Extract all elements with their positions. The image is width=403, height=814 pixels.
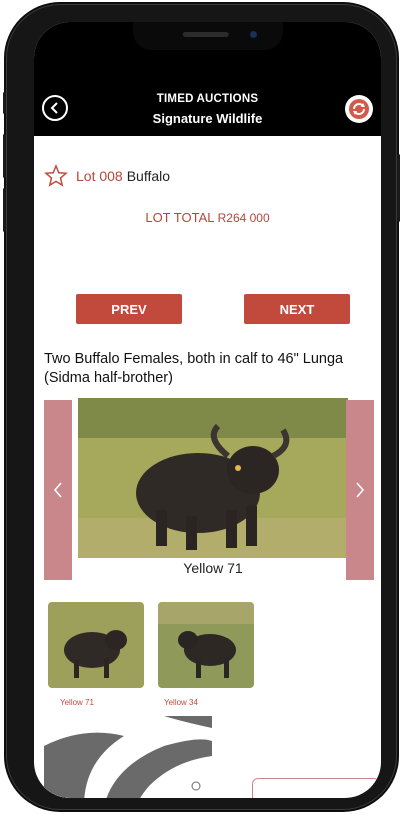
thumbnail-2[interactable]: [158, 602, 254, 688]
sponsor-logo: [44, 716, 212, 798]
mute-switch: [3, 92, 6, 114]
notch: [132, 22, 283, 50]
partial-card: [252, 778, 380, 798]
carousel-caption: Yellow 71: [183, 560, 243, 576]
prev-button[interactable]: PREV: [76, 294, 182, 324]
buffalo-photo: [78, 398, 348, 558]
carousel-image: [78, 398, 348, 558]
header-subtitle: Signature Wildlife: [152, 111, 263, 126]
phone-frame: TIMED AUCTIONS Signature Wildlife Lot 00…: [3, 4, 400, 810]
lot-number: Lot 008: [76, 168, 123, 184]
app-screen: TIMED AUCTIONS Signature Wildlife Lot 00…: [34, 22, 381, 798]
header-title: TIMED AUCTIONS: [156, 93, 259, 105]
thumbnail-1[interactable]: [48, 602, 144, 688]
thumbnail-1-caption: Yellow 71: [60, 698, 94, 707]
carousel-next-button[interactable]: [346, 400, 374, 580]
thumbnail-photo: [158, 602, 254, 688]
lot-total-label: LOT TOTAL: [145, 210, 214, 225]
volume-down-button: [3, 188, 6, 232]
power-button: [397, 154, 400, 222]
lot-description: Two Buffalo Females, both in calf to 46"…: [44, 351, 344, 386]
next-button[interactable]: NEXT: [244, 294, 350, 324]
app-header: TIMED AUCTIONS Signature Wildlife: [34, 84, 381, 136]
refresh-button[interactable]: [345, 95, 373, 123]
lot-heading: Lot 008 Buffalo: [44, 164, 170, 188]
star-outline-icon[interactable]: [44, 164, 68, 188]
volume-up-button: [3, 134, 6, 178]
image-carousel: Yellow 71: [44, 398, 374, 580]
lot-total: LOT TOTAL R264 000: [34, 210, 381, 225]
carousel-prev-button[interactable]: [44, 400, 72, 580]
speaker-grille: [182, 32, 229, 37]
logo-graphic: [44, 716, 212, 798]
chevron-left-icon: [53, 482, 62, 498]
refresh-icon: [349, 99, 369, 119]
lot-total-value: R264 000: [217, 211, 270, 225]
thumbnail-photo: [48, 602, 144, 688]
lot-name: Buffalo: [126, 168, 171, 184]
front-camera: [250, 31, 257, 38]
chevron-right-icon: [356, 482, 365, 498]
thumbnail-2-caption: Yellow 34: [164, 698, 198, 707]
